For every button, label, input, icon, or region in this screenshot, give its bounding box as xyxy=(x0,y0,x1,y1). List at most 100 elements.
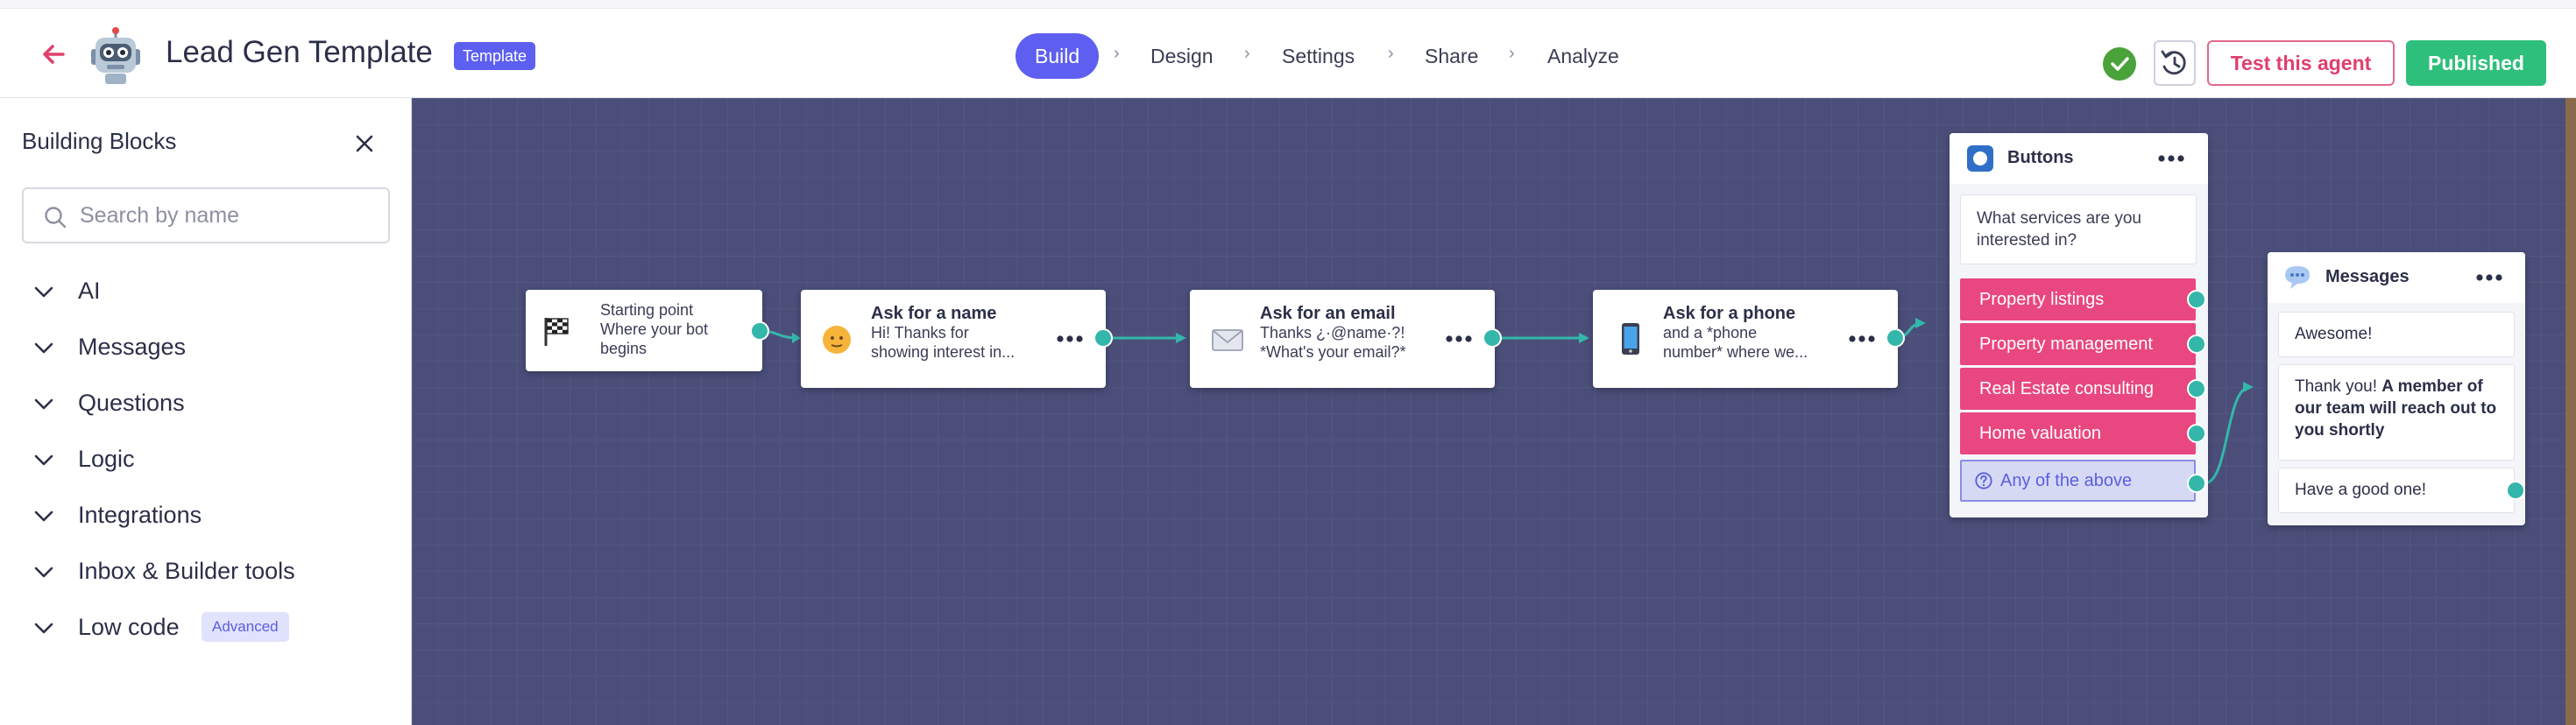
tab-settings[interactable]: Settings xyxy=(1282,33,1355,79)
question-circle-icon xyxy=(1975,472,1992,489)
tab-analyze[interactable]: Analyze xyxy=(1547,33,1619,79)
node-line: Thanks ¿·@name·?! xyxy=(1260,324,1405,341)
chevron-down-icon xyxy=(34,454,53,466)
node-content: Ask for a name Hi! Thanks for showing in… xyxy=(871,304,1037,362)
flow-canvas[interactable]: Starting point Where your bot begins Ask… xyxy=(412,98,2576,725)
robot-icon xyxy=(91,27,140,84)
more-dots-icon[interactable] xyxy=(2156,152,2186,165)
page-title: Lead Gen Template xyxy=(166,35,433,69)
search-input[interactable] xyxy=(80,198,378,233)
history-icon xyxy=(2161,50,2186,75)
test-agent-button[interactable]: Test this agent xyxy=(2207,40,2395,86)
message-bubble: Awesome! xyxy=(2278,312,2515,357)
category-label: AI xyxy=(78,278,101,304)
step-separator: › xyxy=(1509,44,1515,63)
output-port[interactable] xyxy=(2187,474,2206,493)
connector-arrow xyxy=(2243,382,2254,392)
more-dots-icon[interactable] xyxy=(1055,333,1085,345)
output-port[interactable] xyxy=(2187,424,2206,443)
output-port[interactable] xyxy=(2506,481,2525,500)
node-line: number* where we... xyxy=(1663,343,1808,361)
node-content: Ask for a phone and a *phone number* whe… xyxy=(1663,304,1829,362)
ask-name-node[interactable]: Ask for a name Hi! Thanks for showing in… xyxy=(801,290,1113,388)
more-dots-icon[interactable] xyxy=(1444,333,1474,345)
output-port[interactable] xyxy=(1483,328,1502,348)
choice-button[interactable]: Home valuation xyxy=(1960,412,2196,454)
ask-phone-node[interactable]: Ask for a phone and a *phone number* whe… xyxy=(1593,290,1905,388)
arrow-left-icon[interactable] xyxy=(39,39,70,70)
chevron-down-icon xyxy=(34,342,53,354)
step-separator: › xyxy=(1388,44,1394,63)
node-description: Starting point Where your bot begins xyxy=(600,300,708,358)
category-label: Integrations xyxy=(78,502,202,528)
node-line: Hi! Thanks for xyxy=(871,324,969,341)
choice-button[interactable]: Property listings xyxy=(1960,278,2196,320)
buttons-node[interactable]: Buttons What services are you interested… xyxy=(1950,133,2208,517)
node-line: and a *phone xyxy=(1663,324,1758,341)
choice-label: Any of the above xyxy=(2000,471,2133,490)
browser-strip xyxy=(0,0,2576,9)
message-bubble: Have a good one! xyxy=(2278,468,2515,513)
choice-button[interactable]: Real Estate consulting xyxy=(1960,368,2196,410)
node-line: showing interest in... xyxy=(871,343,1016,361)
app-root: Lead Gen Template Template Build › Desig… xyxy=(0,0,2576,725)
tab-build[interactable]: Build xyxy=(1016,33,1100,79)
message-bubble: Thank you! A member of our team will rea… xyxy=(2278,364,2515,461)
category-label: Messages xyxy=(78,334,187,360)
chevron-down-icon xyxy=(34,398,53,410)
sidebar-title: Building Blocks xyxy=(22,128,177,154)
window-edge xyxy=(2565,98,2576,725)
node-line: Starting point xyxy=(600,301,694,319)
output-port[interactable] xyxy=(2187,334,2206,354)
step-separator: › xyxy=(1244,44,1250,63)
advanced-badge: Advanced xyxy=(202,612,289,642)
node-title: Messages xyxy=(2325,267,2410,286)
category-label: Logic xyxy=(78,446,135,472)
connector-arrow xyxy=(1579,333,1589,343)
close-icon[interactable] xyxy=(352,131,377,156)
category-label: Low code xyxy=(78,614,180,640)
ask-email-node[interactable]: Ask for an email Thanks ¿·@name·?! *What… xyxy=(1190,290,1502,388)
connector-buttons-to-messages xyxy=(2204,385,2251,485)
tab-share[interactable]: Share xyxy=(1425,33,1478,79)
node-content: Ask for an email Thanks ¿·@name·?! *What… xyxy=(1260,304,1426,362)
search-box xyxy=(22,187,390,243)
template-badge: Template xyxy=(454,42,536,70)
more-dots-icon[interactable] xyxy=(1847,333,1877,345)
search-icon xyxy=(45,207,67,229)
output-port[interactable] xyxy=(2187,379,2206,398)
chevron-down-icon xyxy=(34,510,53,522)
starting-point-node[interactable]: Starting point Where your bot begins xyxy=(526,290,769,371)
more-dots-icon[interactable] xyxy=(2474,271,2504,284)
step-separator: › xyxy=(1114,44,1120,63)
output-port[interactable] xyxy=(1093,328,1113,348)
history-button[interactable] xyxy=(2154,40,2196,86)
building-blocks-sidebar: Building Blocks AI Messages Questions Lo… xyxy=(0,98,412,725)
tab-design[interactable]: Design xyxy=(1150,33,1214,79)
node-line: Where your bot xyxy=(600,320,709,338)
chevron-down-icon xyxy=(34,623,53,634)
category-label: Inbox & Builder tools xyxy=(78,558,295,584)
choice-other-button[interactable]: Any of the above xyxy=(1960,460,2196,502)
published-button[interactable]: Published xyxy=(2406,40,2546,86)
choice-button[interactable]: Property management xyxy=(1960,323,2196,365)
connector-arrow xyxy=(792,333,801,343)
button-square-icon xyxy=(1967,145,1993,172)
output-port[interactable] xyxy=(2187,290,2206,309)
node-line: begins xyxy=(600,340,648,357)
category-label: Questions xyxy=(78,390,185,416)
messages-node[interactable]: Messages Awesome! Thank you! A member of… xyxy=(2268,252,2525,525)
check-circle-icon xyxy=(2103,47,2136,81)
flow-connectors xyxy=(760,318,2254,485)
chevron-down-icon xyxy=(34,567,53,578)
node-title: Buttons xyxy=(2007,148,2074,167)
top-bar: Lead Gen Template Template Build › Desig… xyxy=(0,9,2576,98)
output-port[interactable] xyxy=(750,321,769,341)
node-title: Ask for a phone xyxy=(1663,304,1796,323)
speech-bubble-icon xyxy=(2285,266,2310,289)
output-port[interactable] xyxy=(1886,328,1905,348)
face-icon xyxy=(823,326,851,354)
node-line: *What's your email?* xyxy=(1260,343,1406,361)
message-text: Thank you! xyxy=(2295,377,2377,396)
question-text: What services are you interested in? xyxy=(1960,194,2197,264)
